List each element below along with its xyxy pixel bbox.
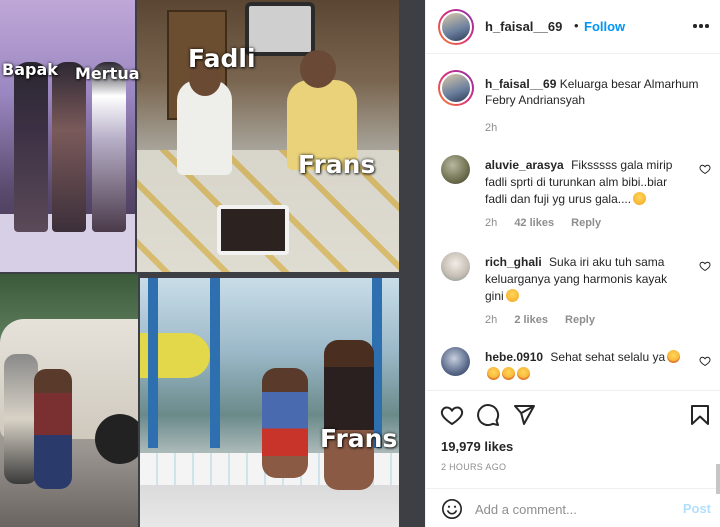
- post-comment-button[interactable]: Post: [683, 501, 711, 516]
- commenter-avatar[interactable]: [441, 252, 470, 281]
- comment-text: Sehat sehat selalu ya: [550, 350, 666, 364]
- photo-birthday: [137, 0, 399, 272]
- comment-like-heart-icon[interactable]: [699, 163, 711, 175]
- scrollbar-thumb[interactable]: [716, 464, 720, 494]
- author-avatar[interactable]: [438, 9, 474, 45]
- post-media[interactable]: Bapak Mertua Fadli Frans Frans: [0, 0, 425, 527]
- post-actions: 19,979 likes 2 HOURS AGO Post: [426, 390, 720, 527]
- comment-icon[interactable]: [476, 403, 500, 427]
- author-username[interactable]: h_faisal__69: [485, 19, 562, 34]
- post-header: h_faisal__69 • Follow: [426, 0, 720, 54]
- caption-author-avatar[interactable]: [438, 70, 474, 106]
- post-side-panel: h_faisal__69 • Follow h_faisal__69 Kelua…: [425, 0, 720, 527]
- commenter-avatar[interactable]: [441, 155, 470, 184]
- heart-icon[interactable]: [440, 403, 464, 427]
- photo-caption-frans-top: Frans: [298, 150, 376, 179]
- bookmark-icon[interactable]: [688, 403, 712, 427]
- heart-eyes-emoji-icon: [502, 367, 515, 380]
- photo-caption-mertua: Mertua: [75, 64, 140, 83]
- photo-bapak-mertua: [0, 0, 135, 272]
- more-horizontal-icon[interactable]: [693, 24, 709, 28]
- photo-caption-fadli: Fadli: [188, 44, 256, 73]
- photo-car: [0, 274, 138, 527]
- reply-button[interactable]: Reply: [571, 217, 601, 229]
- crying-face-emoji-icon: [505, 289, 519, 302]
- send-icon[interactable]: [512, 403, 536, 427]
- follow-button[interactable]: Follow: [584, 19, 625, 34]
- comment-like-heart-icon[interactable]: [699, 355, 711, 367]
- caption-timestamp: 2h: [485, 122, 498, 134]
- comment-timestamp: 2h: [485, 217, 498, 229]
- commenter-username[interactable]: hebe.0910: [485, 350, 543, 364]
- heart-eyes-emoji-icon: [667, 350, 681, 363]
- commenter-avatar[interactable]: [441, 347, 470, 376]
- header-separator: •: [574, 18, 579, 33]
- emoji-smile-icon[interactable]: [441, 498, 463, 520]
- photo-playground: [140, 278, 399, 527]
- clap-emoji-icon: [633, 192, 647, 205]
- comment-timestamp: 2h: [485, 314, 498, 326]
- photo-caption-bapak: Bapak: [2, 60, 58, 79]
- heart-eyes-emoji-icon: [487, 367, 500, 380]
- likes-count[interactable]: 19,979 likes: [441, 439, 513, 454]
- add-comment-row: Post: [426, 488, 720, 527]
- post-timestamp: 2 HOURS AGO: [441, 462, 507, 472]
- commenter-username[interactable]: aluvie_arasya: [485, 158, 564, 172]
- comment-meta: 2h 42 likes Reply: [485, 217, 615, 229]
- photo-caption-frans-bottom: Frans: [320, 424, 398, 453]
- comment-meta: 2h 2 likes Reply: [485, 314, 609, 326]
- commenter-username[interactable]: rich_ghali: [485, 255, 542, 269]
- comment-like-heart-icon[interactable]: [699, 260, 711, 272]
- caption-username[interactable]: h_faisal__69: [485, 77, 556, 91]
- comment-input[interactable]: [475, 498, 675, 520]
- reply-button[interactable]: Reply: [565, 314, 595, 326]
- heart-eyes-emoji-icon: [517, 367, 530, 380]
- comment-likes[interactable]: 42 likes: [514, 217, 554, 229]
- comment-likes[interactable]: 2 likes: [514, 314, 548, 326]
